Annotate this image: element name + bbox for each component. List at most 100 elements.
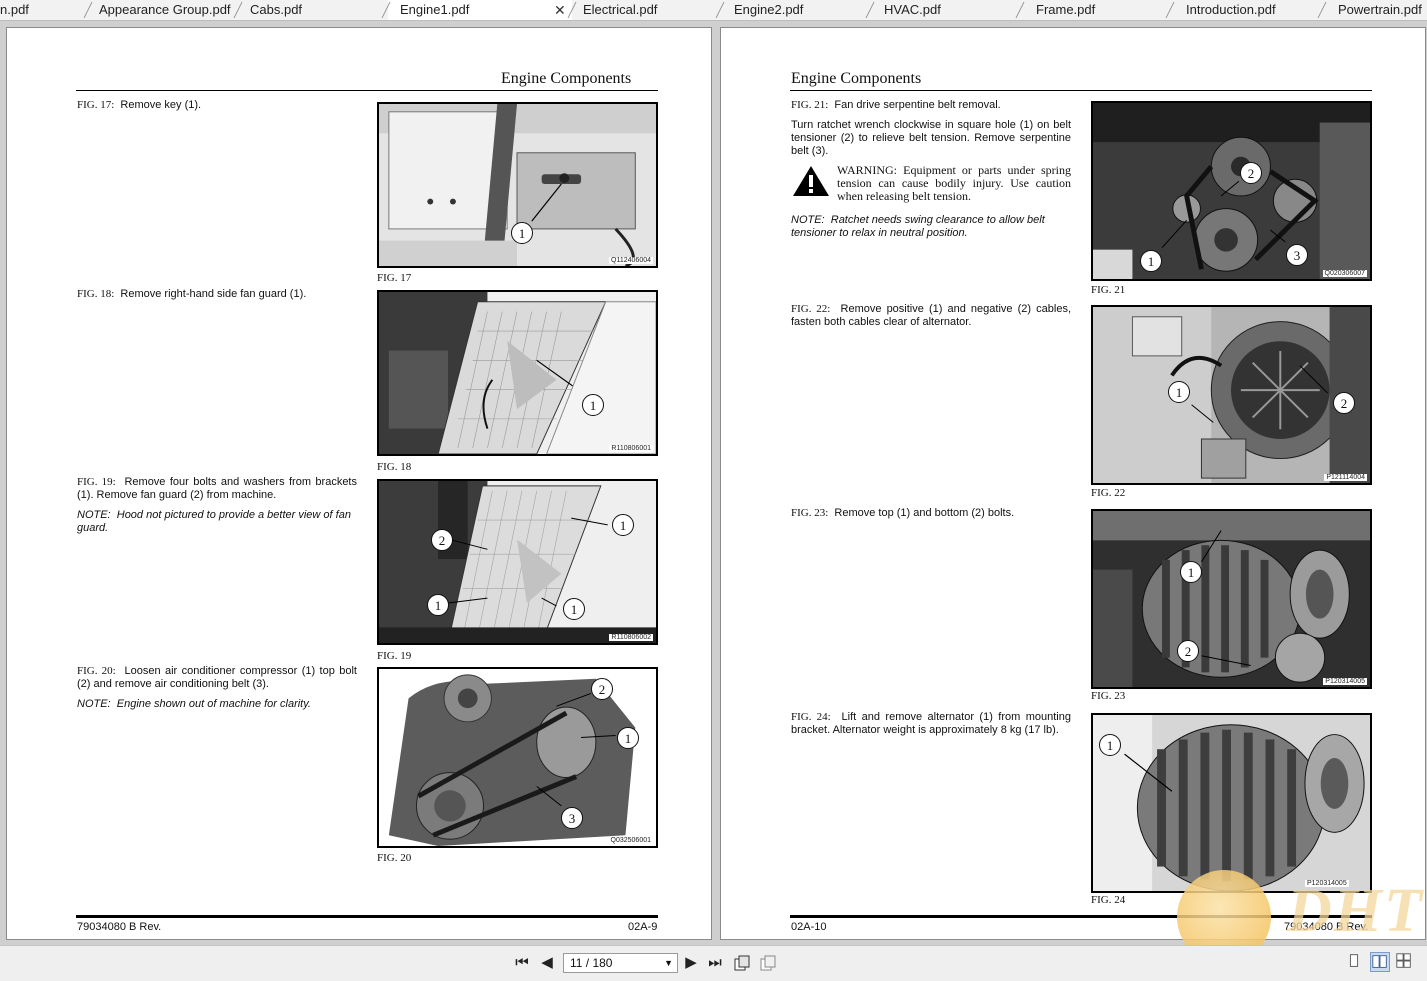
- tab-electrical[interactable]: Electrical.pdf: [572, 0, 722, 20]
- header-rule: [76, 90, 658, 91]
- tab-label: Introduction.pdf: [1186, 2, 1276, 17]
- document-viewer[interactable]: Engine Components FIG. 17: Remove key (1…: [0, 21, 1427, 945]
- callout-2: 2: [1177, 640, 1199, 662]
- fig18-image: 1 R110806001: [377, 290, 658, 456]
- figure-code: R110806001: [609, 445, 653, 452]
- fig-caption-text: Loosen air conditioner compressor (1) to…: [77, 665, 357, 690]
- tab-appearance-group[interactable]: Appearance Group.pdf: [90, 0, 238, 20]
- fig-caption-label: FIG. 18:: [77, 288, 115, 300]
- fit-page-icon[interactable]: [759, 954, 777, 972]
- tab-label: n.pdf: [0, 2, 29, 17]
- single-page-view-icon[interactable]: [1345, 952, 1365, 972]
- footer-page-number: 02A-10: [791, 921, 827, 933]
- callout-1: 1: [427, 594, 449, 616]
- tab-engine1[interactable]: Engine1.pdf ✕: [388, 0, 572, 20]
- fig21-note: NOTE: Ratchet needs swing clearance to a…: [791, 214, 1071, 240]
- note-text: Ratchet needs swing clearance to allow b…: [791, 214, 1045, 239]
- tab-cabs[interactable]: Cabs.pdf: [240, 0, 388, 20]
- fig18-label: FIG. 18: [377, 461, 412, 473]
- fig19-note: NOTE: Hood not pictured to provide a bet…: [77, 509, 357, 535]
- note-label: NOTE:: [791, 214, 825, 226]
- figure-code: Q112406004: [609, 257, 653, 264]
- callout-3: 3: [561, 807, 583, 829]
- next-page-icon[interactable]: ▶: [682, 954, 700, 972]
- figure-code: Q020306007: [1322, 270, 1367, 277]
- tab-label: Cabs.pdf: [250, 2, 303, 17]
- tab-frame[interactable]: Frame.pdf: [1022, 0, 1172, 20]
- fig20-image: 2 1 3 Q032506001: [377, 667, 658, 848]
- tab-label: Electrical.pdf: [583, 2, 658, 17]
- fig24-label: FIG. 24: [1091, 894, 1126, 906]
- tab-label: Frame.pdf: [1036, 2, 1096, 17]
- fig19-caption: FIG. 19: Remove four bolts and washers f…: [77, 476, 357, 502]
- last-page-icon[interactable]: ⏭: [706, 954, 724, 972]
- fig24-image: 1 P120314005: [1091, 713, 1372, 893]
- warning-icon: [793, 166, 829, 196]
- fig-caption-label: FIG. 24:: [791, 711, 831, 723]
- tab-hvac[interactable]: HVAC.pdf: [872, 0, 1022, 20]
- fig-caption-text: Remove positive (1) and negative (2) cab…: [791, 303, 1071, 328]
- fig-caption-text: Remove four bolts and washers from brack…: [77, 476, 357, 501]
- rotate-view-icon[interactable]: [733, 954, 751, 972]
- continuous-view-icon[interactable]: [1395, 952, 1415, 972]
- callout-1: 1: [1140, 250, 1162, 272]
- footer-rule: [76, 915, 658, 918]
- note-label: NOTE:: [77, 509, 111, 521]
- tab-label: Engine1.pdf: [400, 2, 470, 17]
- fig21-image: 2 1 3 Q020306007: [1091, 101, 1372, 281]
- figure-code: Q032506001: [608, 837, 653, 844]
- fig-caption-label: FIG. 17:: [77, 99, 115, 111]
- tab-n[interactable]: n.pdf: [0, 0, 88, 20]
- fig17-label: FIG. 17: [377, 272, 412, 284]
- fig-caption-label: FIG. 23:: [791, 507, 829, 519]
- fig22-label: FIG. 22: [1091, 487, 1126, 499]
- fig20-caption: FIG. 20: Loosen air conditioner compress…: [77, 665, 357, 691]
- tab-label: Appearance Group.pdf: [99, 2, 231, 17]
- callout-3: 3: [1286, 244, 1308, 266]
- fig21-label: FIG. 21: [1091, 284, 1126, 296]
- footer-doc-number: 79034080 B Rev.: [77, 921, 162, 933]
- fig22-caption: FIG. 22: Remove positive (1) and negativ…: [791, 303, 1071, 329]
- callout-1: 1: [1099, 734, 1121, 756]
- footer-doc-number: 79034080 B Rev.: [1284, 921, 1369, 933]
- tab-introduction[interactable]: Introduction.pdf: [1172, 0, 1324, 20]
- fig23-caption: FIG. 23: Remove top (1) and bottom (2) b…: [791, 507, 1076, 520]
- close-icon[interactable]: ✕: [554, 0, 566, 20]
- footer-page-number: 02A-9: [628, 921, 658, 933]
- first-page-icon[interactable]: ⏮: [513, 954, 531, 972]
- tab-label: HVAC.pdf: [884, 2, 941, 17]
- navigation-toolbar: ⏮ ◀ 11 / 180 ▼ ▶ ⏭: [0, 945, 1427, 981]
- callout-1: 1: [511, 222, 533, 244]
- note-text: Hood not pictured to provide a better vi…: [77, 509, 351, 534]
- tab-powertrain[interactable]: Powertrain.pdf: [1324, 0, 1427, 20]
- header-rule: [790, 90, 1372, 91]
- tab-engine2[interactable]: Engine2.pdf: [722, 0, 872, 20]
- tab-label: Powertrain.pdf: [1338, 2, 1422, 17]
- fig21-caption: FIG. 21: Fan drive serpentine belt remov…: [791, 99, 1076, 112]
- callout-2: 2: [591, 678, 613, 700]
- fig20-note: NOTE: Engine shown out of machine for cl…: [77, 698, 357, 711]
- fig17-image: 1 Q112406004: [377, 102, 658, 268]
- fig24-caption: FIG. 24: Lift and remove alternator (1) …: [791, 711, 1071, 737]
- callout-1: 1: [563, 598, 585, 620]
- chevron-down-icon[interactable]: ▼: [664, 954, 673, 972]
- footer-rule: [790, 915, 1372, 918]
- fig18-caption: FIG. 18: Remove right-hand side fan guar…: [77, 288, 362, 301]
- fig19-label: FIG. 19: [377, 650, 412, 662]
- callout-2: 2: [1240, 162, 1262, 184]
- fig23-label: FIG. 23: [1091, 690, 1126, 702]
- page-02A-9: Engine Components FIG. 17: Remove key (1…: [6, 27, 712, 940]
- fig-caption-label: FIG. 20:: [77, 665, 116, 677]
- fig-caption-label: FIG. 22:: [791, 303, 831, 315]
- fig-caption-text: Remove key (1).: [120, 99, 202, 111]
- fig21-instructions: Turn ratchet wrench clockwise in square …: [791, 119, 1071, 157]
- prev-page-icon[interactable]: ◀: [538, 954, 556, 972]
- fig-caption-text: Lift and remove alternator (1) from moun…: [791, 711, 1071, 736]
- page-number-field[interactable]: 11 / 180 ▼: [563, 953, 678, 973]
- note-text: Engine shown out of machine for clarity.: [116, 698, 311, 710]
- callout-1: 1: [1180, 561, 1202, 583]
- figure-code: R110806002: [609, 634, 653, 641]
- fig-caption-text: Remove right-hand side fan guard (1).: [120, 288, 307, 300]
- warning-text: WARNING: Equipment or parts under spring…: [837, 163, 1071, 203]
- two-page-view-icon[interactable]: [1370, 952, 1390, 972]
